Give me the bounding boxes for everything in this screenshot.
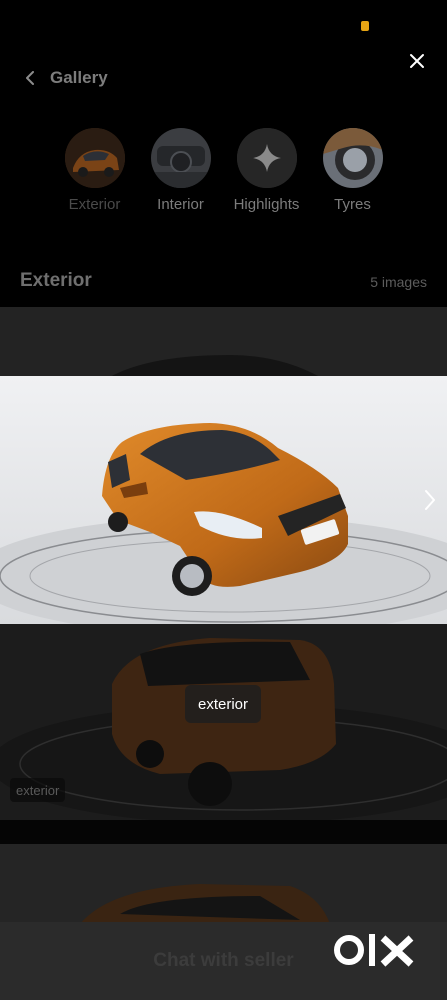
close-button[interactable] (400, 44, 434, 78)
tab-highlights-label: Highlights (233, 196, 300, 213)
highlights-thumbnail (236, 128, 297, 188)
tab-interior[interactable]: Interior (145, 128, 217, 218)
tab-exterior[interactable]: Exterior (59, 128, 131, 218)
tab-tyres[interactable]: Tyres (317, 128, 389, 218)
olx-logo (333, 928, 417, 974)
chevron-right-icon (425, 490, 435, 510)
image-tag: exterior (10, 778, 66, 802)
chevron-left-icon (26, 71, 34, 85)
section-title: Exterior (20, 270, 92, 291)
tab-tyres-label: Tyres (334, 196, 371, 213)
tab-highlights[interactable]: Highlights (231, 128, 303, 218)
next-image-button[interactable] (417, 485, 443, 515)
main-photo[interactable] (0, 376, 447, 624)
gallery-image-prev (0, 307, 447, 377)
gallery-image-third (0, 844, 447, 924)
back-button[interactable] (16, 64, 44, 92)
interior-thumbnail (150, 128, 211, 188)
page-title: Gallery (50, 68, 108, 87)
image-caption: exterior (185, 685, 261, 723)
tab-exterior-label: Exterior (68, 196, 121, 213)
close-icon (410, 54, 424, 68)
image-count: 5 images (370, 274, 427, 290)
gallery-divider (0, 820, 447, 844)
exterior-thumbnail (64, 128, 125, 188)
gallery-header: Gallery (16, 62, 108, 94)
category-tabs: Exterior Interior Highlights Tyres (0, 128, 447, 218)
status-indicator (361, 21, 369, 31)
tab-interior-label: Interior (157, 196, 204, 213)
tyres-thumbnail (322, 128, 383, 188)
sparkle-icon (236, 128, 297, 188)
